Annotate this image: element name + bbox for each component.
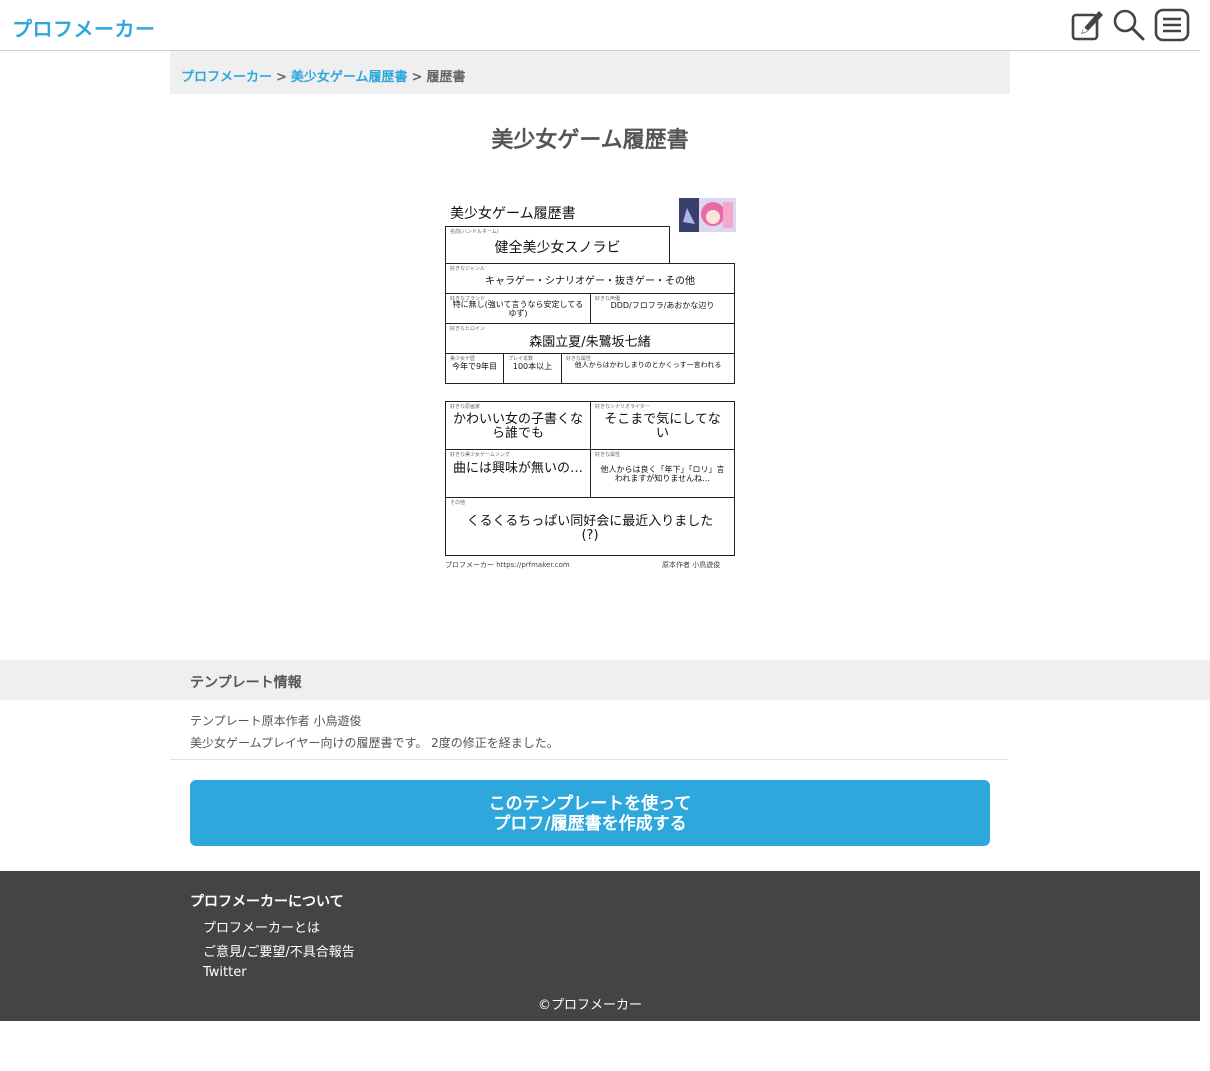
breadcrumb-current: 履歴書 xyxy=(426,70,466,85)
brand-value: 特に無し(強いて言うなら安定してるゆず) xyxy=(452,300,584,318)
seiyuu-value: DDD/フロフラ/あおかな辺り xyxy=(610,301,715,310)
copyright: ©プロフメーカー xyxy=(537,998,642,1013)
heroine-field: 好きなヒロイン 森園立夏/朱鷺坂七緒 xyxy=(446,324,734,354)
habit-field: 好きな属性 他人からはかわしまりのとかくっす一言われる xyxy=(562,354,734,383)
breadcrumb: プロフメーカー > 美少女ゲーム履歴書 > 履歴書 xyxy=(170,51,1010,94)
artist-value: かわいい女の子書くなら誰でも xyxy=(452,412,583,442)
cta-line-2: プロフ/履歴書を作成する xyxy=(493,814,687,834)
edit-icon[interactable] xyxy=(1069,7,1105,43)
count-field: プレイ本数 100本以上 xyxy=(504,354,562,383)
other-field: その他 くるくるちっぱい同好会に最近入りました(?) xyxy=(446,498,734,555)
character-thumbnail xyxy=(679,198,736,232)
footer-link-about[interactable]: プロフメーカーとは xyxy=(203,917,320,936)
other-value: くるくるちっぱい同好会に最近入りました(?) xyxy=(466,514,714,544)
genre-value: キャラゲー・シナリオゲー・抜きゲー・その他 xyxy=(485,276,695,287)
count-value: 100本以上 xyxy=(512,362,553,371)
breadcrumb-category[interactable]: 美少女ゲーム履歴書 xyxy=(291,70,408,85)
writer-field: 好きなシナリオライター そこまで気にしてない xyxy=(591,402,734,450)
song-field: 好きな美少女ゲームソング 曲には興味が無いの… xyxy=(446,450,591,498)
writer-value: そこまで気にしてない xyxy=(604,412,721,442)
footer: プロフメーカーについて プロフメーカーとは ご意見/ご要望/不具合報告 Twit… xyxy=(0,871,1200,1021)
history-field: 美少女ゲ歴 今年で9年目 xyxy=(446,354,504,383)
search-icon[interactable] xyxy=(1111,7,1147,43)
profile-table: 好きなジャンル キャラゲー・シナリオゲー・抜きゲー・その他 好きなブランド 特に… xyxy=(445,263,735,384)
footer-heading: プロフメーカーについて xyxy=(190,894,344,910)
use-template-button[interactable]: このテンプレートを使って プロフ/履歴書を作成する xyxy=(190,780,990,846)
brand-field: 好きなブランド 特に無し(強いて言うなら安定してるゆず) xyxy=(446,294,591,324)
template-info-header: テンプレート情報 xyxy=(0,660,1210,700)
breadcrumb-home[interactable]: プロフメーカー xyxy=(181,70,272,85)
divider xyxy=(170,759,1008,760)
genre-field: 好きなジャンル キャラゲー・シナリオゲー・抜きゲー・その他 xyxy=(446,264,734,294)
sheet-footer-site: プロフメーカー https://prfmaker.com xyxy=(445,561,570,569)
attr-value: 他人からは良く「年下」「ロリ」言われますが知りませんね… xyxy=(600,465,725,483)
name-value: 健全美少女スノラビ xyxy=(494,240,621,256)
favorites-table: 好きな原画家 かわいい女の子書くなら誰でも 好きなシナリオライター そこまで気に… xyxy=(445,401,735,556)
habit-value: 他人からはかわしまりのとかくっす一言われる xyxy=(574,361,722,369)
cta-line-1: このテンプレートを使って xyxy=(488,794,692,814)
heroine-value: 森園立夏/朱鷺坂七緒 xyxy=(529,335,651,350)
name-field: 名前(ハンドルネーム) 健全美少女スノラビ xyxy=(445,226,670,264)
menu-icon[interactable] xyxy=(1154,7,1190,43)
attr-field: 好きな属性 他人からは良く「年下」「ロリ」言われますが知りませんね… xyxy=(591,450,734,498)
footer-link-feedback[interactable]: ご意見/ご要望/不具合報告 xyxy=(203,941,355,960)
breadcrumb-separator: > xyxy=(411,70,423,85)
sheet-footer-author: 原本作者 小鳥遊俊 xyxy=(662,561,721,569)
template-info-title: テンプレート情報 xyxy=(190,675,302,691)
template-author: テンプレート原本作者 小鳥遊俊 xyxy=(190,714,362,728)
seiyuu-field: 好きな声優 DDD/フロフラ/あおかな辺り xyxy=(591,294,734,324)
header: プロフメーカー xyxy=(0,0,1200,51)
breadcrumb-separator: > xyxy=(276,70,287,85)
history-value: 今年で9年目 xyxy=(451,362,498,371)
artist-field: 好きな原画家 かわいい女の子書くなら誰でも xyxy=(446,402,591,450)
sheet-title: 美少女ゲーム履歴書 xyxy=(450,206,576,222)
footer-link-twitter[interactable]: Twitter xyxy=(203,965,247,980)
song-value: 曲には興味が無いの… xyxy=(452,461,583,476)
site-logo[interactable]: プロフメーカー xyxy=(12,13,156,42)
page-title: 美少女ゲーム履歴書 xyxy=(491,128,689,153)
template-description: 美少女ゲームプレイヤー向けの履歴書です。 2度の修正を経ました。 xyxy=(190,736,559,750)
template-preview[interactable]: 美少女ゲーム履歴書 名前(ハンドルネーム) 健全美少女スノラビ 好きなジャンル … xyxy=(440,196,740,576)
